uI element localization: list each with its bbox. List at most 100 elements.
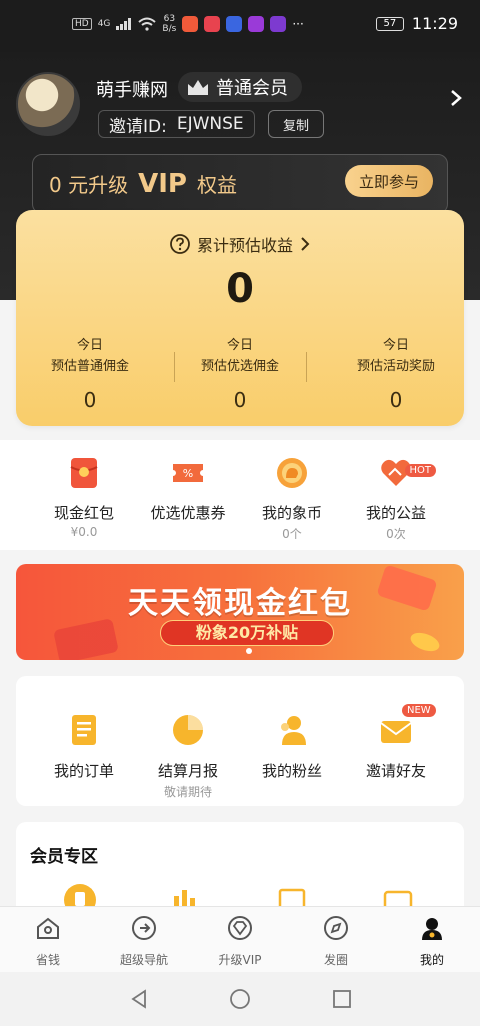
tool-label: 我的粉丝 bbox=[261, 762, 322, 780]
status-right: 57 11:29 bbox=[375, 14, 458, 33]
tool-label: 邀请好友 bbox=[365, 762, 426, 780]
quick-sub: ¥0.0 bbox=[70, 525, 98, 539]
system-nav-bar bbox=[0, 972, 480, 1026]
banner-subtitle: 粉象20万补贴 bbox=[160, 620, 334, 646]
vip-suffix: 权益 bbox=[196, 173, 237, 197]
hot-badge: HOT bbox=[404, 464, 436, 477]
quick-sub: 0个 bbox=[282, 527, 302, 541]
tool-invite-friends[interactable]: 邀请好友 bbox=[340, 712, 452, 783]
tab-label: 发圈 bbox=[323, 953, 348, 967]
tool-label: 我的订单 bbox=[53, 762, 114, 780]
quick-label: 现金红包 bbox=[53, 504, 114, 522]
profile-icon bbox=[422, 918, 442, 940]
quick-label: 我的象币 bbox=[261, 504, 322, 522]
invite-id-box: 邀请ID: EJWNSE bbox=[98, 110, 255, 138]
earnings-col-selected: 今日 预估优选佣金 0 bbox=[166, 334, 314, 412]
net-speed-value: 63 bbox=[163, 14, 176, 24]
question-icon[interactable] bbox=[169, 233, 191, 255]
earnings-col-line1: 今日 bbox=[76, 338, 103, 353]
earnings-col-line2: 预估优选佣金 bbox=[200, 359, 279, 374]
banner-decor-envelope bbox=[53, 618, 119, 660]
tab-super-nav[interactable]: 超级导航 bbox=[96, 915, 192, 968]
members-title: 会员专区 bbox=[30, 847, 98, 867]
more-notifications: ··· bbox=[292, 17, 304, 31]
crown-icon bbox=[188, 80, 208, 95]
coupon-icon: % bbox=[173, 464, 203, 482]
quick-coupon[interactable]: % 优选优惠券 bbox=[128, 456, 248, 525]
invite-envelope-icon bbox=[380, 721, 412, 743]
earnings-col-value: 0 bbox=[389, 388, 403, 412]
app-notification-icon-5 bbox=[270, 16, 287, 32]
pie-chart-icon bbox=[173, 715, 203, 745]
quick-charity[interactable]: HOT 我的公益 0次 bbox=[336, 456, 456, 542]
svg-text:%: % bbox=[183, 467, 193, 480]
app-notification-icon-4 bbox=[248, 16, 265, 32]
divider bbox=[306, 352, 307, 382]
copy-button[interactable]: 复制 bbox=[268, 110, 324, 138]
app-notification-icon-3 bbox=[226, 16, 243, 32]
tool-my-fans[interactable]: 我的粉丝 bbox=[236, 712, 348, 783]
banner-title: 天天领现金红包 bbox=[128, 586, 352, 621]
home-circle-icon[interactable] bbox=[229, 988, 251, 1010]
quick-elephant-coin[interactable]: 我的象币 0个 bbox=[232, 456, 352, 542]
diamond-icon bbox=[228, 916, 252, 940]
tab-label: 我的 bbox=[419, 953, 444, 967]
tool-my-orders[interactable]: 我的订单 bbox=[28, 712, 140, 783]
recents-icon[interactable] bbox=[331, 988, 353, 1010]
bottom-tab-bar: 省钱 超级导航 升级VIP 发圈 我的 bbox=[0, 906, 480, 972]
earnings-col-value: 0 bbox=[83, 388, 97, 412]
home-icon bbox=[37, 917, 59, 939]
member-level-badge[interactable]: 普通会员 bbox=[178, 72, 302, 102]
clock: 11:29 bbox=[411, 14, 458, 33]
quick-label: 我的公益 bbox=[365, 504, 426, 522]
tab-label: 超级导航 bbox=[119, 953, 168, 967]
tool-monthly-report[interactable]: 结算月报 敬请期待 bbox=[132, 712, 244, 800]
back-icon[interactable] bbox=[128, 988, 150, 1010]
tab-mine[interactable]: 我的 bbox=[384, 915, 480, 968]
banner-decor-coin bbox=[408, 629, 442, 655]
tools-card: NEW 我的订单 结算月报 敬请期待 我的粉丝 邀请好友 bbox=[16, 676, 464, 806]
earnings-col-line1: 今日 bbox=[382, 338, 409, 353]
avatar[interactable] bbox=[16, 72, 80, 136]
vip-upgrade-card[interactable]: 0 元升级 VIP 权益 立即参与 bbox=[32, 154, 448, 214]
promo-banner[interactable]: 天天领现金红包 粉象20万补贴 bbox=[16, 564, 464, 660]
join-now-button[interactable]: 立即参与 bbox=[344, 165, 433, 197]
app-notification-icon-1 bbox=[182, 16, 199, 32]
earnings-title-row[interactable]: 累计预估收益 bbox=[16, 232, 464, 256]
wifi-icon bbox=[138, 17, 157, 31]
chevron-right-icon[interactable] bbox=[446, 88, 466, 108]
invite-label: 邀请ID: bbox=[109, 116, 167, 137]
earnings-card: 累计预估收益 0 今日 预估普通佣金 0 今日 预估优选佣金 0 今日 预估活动… bbox=[16, 210, 464, 426]
vip-text: 0 元升级 VIP 权益 bbox=[49, 169, 237, 199]
chevron-right-icon bbox=[301, 237, 310, 251]
net-speed: 63 B/s bbox=[162, 14, 176, 34]
earnings-col-line2: 预估普通佣金 bbox=[50, 359, 129, 374]
quick-entries: 现金红包 ¥0.0 % 优选优惠券 我的象币 0个 HOT 我的公益 0次 bbox=[0, 440, 480, 550]
status-bar: HD 4G 63 B/s ··· 57 11:29 bbox=[0, 0, 480, 52]
net-speed-unit: B/s bbox=[162, 24, 177, 34]
battery-icon: 57 bbox=[375, 16, 404, 31]
elephant-coin-icon bbox=[277, 458, 307, 488]
signal-bars-icon bbox=[116, 18, 132, 30]
tool-sub: 敬请期待 bbox=[163, 785, 212, 799]
signal-4g: 4G bbox=[97, 19, 111, 29]
tab-upgrade-vip[interactable]: 升级VIP bbox=[192, 915, 288, 968]
invite-id: EJWNSE bbox=[176, 114, 244, 134]
quick-cash-red-envelope[interactable]: 现金红包 ¥0.0 bbox=[24, 456, 144, 539]
tab-label: 升级VIP bbox=[218, 953, 262, 967]
vip-prefix: 0 元升级 bbox=[49, 173, 129, 197]
earnings-col-activity: 今日 预估活动奖励 0 bbox=[322, 334, 470, 412]
tab-save-money[interactable]: 省钱 bbox=[0, 915, 96, 968]
quick-sub: 0次 bbox=[386, 527, 406, 541]
tool-label: 结算月报 bbox=[157, 762, 218, 780]
earnings-col-line2: 预估活动奖励 bbox=[356, 359, 435, 374]
earnings-total: 0 bbox=[226, 266, 254, 312]
tab-label: 省钱 bbox=[35, 953, 60, 967]
status-left: HD 4G 63 B/s ··· bbox=[72, 14, 304, 34]
earnings-col-value: 0 bbox=[233, 388, 247, 412]
compass-icon bbox=[324, 916, 348, 940]
earnings-col-line1: 今日 bbox=[226, 338, 253, 353]
tab-moments[interactable]: 发圈 bbox=[288, 915, 384, 968]
carousel-indicator bbox=[246, 648, 252, 654]
red-envelope-icon bbox=[70, 458, 98, 488]
